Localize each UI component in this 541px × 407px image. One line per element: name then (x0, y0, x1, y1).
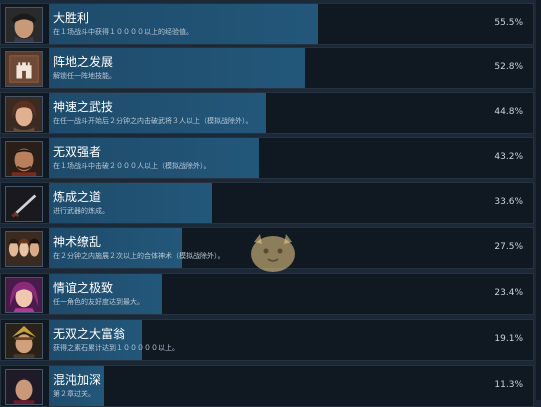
achievement-row[interactable]: 大胜利 在１场战斗中获得１００００以上的经验值。 55.5% (0, 3, 534, 45)
warrior-portrait-icon (5, 96, 43, 132)
achievement-description: 在任一战斗开始后２分钟之内击破武将３人以上（模拟战除外）。 (53, 117, 253, 125)
achievement-row[interactable]: 情谊之极致 任一角色的友好度达到最大。 23.4% (0, 273, 534, 315)
achievement-row[interactable]: 无双强者 在１场战斗中击破２０００人以上（模拟战除外）。 43.2% (0, 137, 534, 179)
group-portrait-icon (5, 231, 43, 267)
achievement-description: 获得之素石累计达到１０００００以上。 (53, 344, 179, 352)
sword-icon (5, 186, 43, 222)
castle-icon (5, 51, 43, 87)
achievement-percent: 44.8% (494, 107, 523, 117)
achievement-title: 情谊之极致 (53, 281, 114, 295)
achievement-description: 在１场战斗中获得１００００以上的经验值。 (53, 28, 193, 36)
achievement-title: 大胜利 (53, 11, 90, 25)
achievement-description: 解锁任一阵地技能。 (53, 72, 116, 80)
achievement-title: 阵地之发展 (53, 55, 114, 69)
achievement-row[interactable]: 混沌加深 第２章过关。 11.3% (0, 365, 534, 407)
progress-bar (49, 4, 318, 44)
achievement-title: 炼成之道 (53, 190, 102, 204)
achievement-percent: 23.4% (494, 288, 523, 298)
achievement-row[interactable]: 炼成之道 进行武器的炼成。 33.6% (0, 182, 534, 224)
achievement-percent: 52.8% (494, 62, 523, 72)
achievement-title: 无双之大富翁 (53, 327, 126, 341)
achievement-row[interactable]: 神速之武技 在任一战斗开始后２分钟之内击破武将３人以上（模拟战除外）。 44.8… (0, 92, 534, 134)
female-portrait-icon (5, 277, 43, 313)
achievement-title: 混沌加深 (53, 373, 102, 387)
achievement-title: 神术缭乱 (53, 235, 102, 249)
warrior-portrait-icon (5, 141, 43, 177)
mascot-watermark-icon (244, 228, 302, 276)
warrior-portrait-icon (5, 323, 43, 359)
achievement-percent: 27.5% (494, 242, 523, 252)
warrior-portrait-icon (5, 7, 43, 43)
achievement-title: 神速之武技 (53, 100, 114, 114)
achievement-percent: 19.1% (494, 334, 523, 344)
achievement-title: 无双强者 (53, 145, 102, 159)
achievement-description: 任一角色的友好度达到最大。 (53, 298, 144, 306)
achievement-description: 在２分钟之内施展２次以上的合体神术（模拟战除外）。 (53, 252, 225, 260)
achievement-description: 在１场战斗中击破２０００人以上（模拟战除外）。 (53, 162, 211, 170)
scrollbar-track[interactable] (536, 0, 541, 400)
achievement-description: 进行武器的炼成。 (53, 207, 109, 215)
achievement-percent: 11.3% (494, 380, 523, 390)
achievement-percent: 43.2% (494, 152, 523, 162)
achievement-row[interactable]: 无双之大富翁 获得之素石累计达到１０００００以上。 19.1% (0, 319, 534, 361)
achievement-percent: 33.6% (494, 197, 523, 207)
achievement-row[interactable]: 阵地之发展 解锁任一阵地技能。 52.8% (0, 47, 534, 89)
achievement-description: 第２章过关。 (53, 390, 95, 398)
achievement-percent: 55.5% (494, 18, 523, 28)
